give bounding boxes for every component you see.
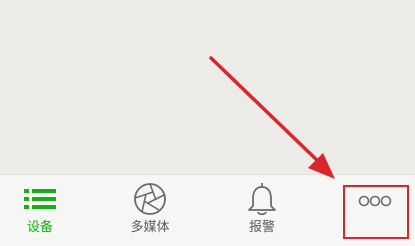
highlight-box	[343, 185, 409, 239]
main-content-area	[0, 0, 415, 174]
tab-alarm-label: 报警	[248, 220, 275, 235]
tab-multimedia[interactable]: 多媒体	[110, 175, 190, 246]
list-icon	[24, 189, 56, 209]
tab-alarm[interactable]: 报警	[222, 175, 302, 246]
tab-devices-label: 设备	[26, 220, 53, 235]
tab-devices[interactable]: 设备	[0, 175, 80, 246]
tab-multimedia-label: 多媒体	[130, 220, 170, 235]
bell-icon	[248, 183, 276, 216]
aperture-icon	[134, 183, 166, 215]
